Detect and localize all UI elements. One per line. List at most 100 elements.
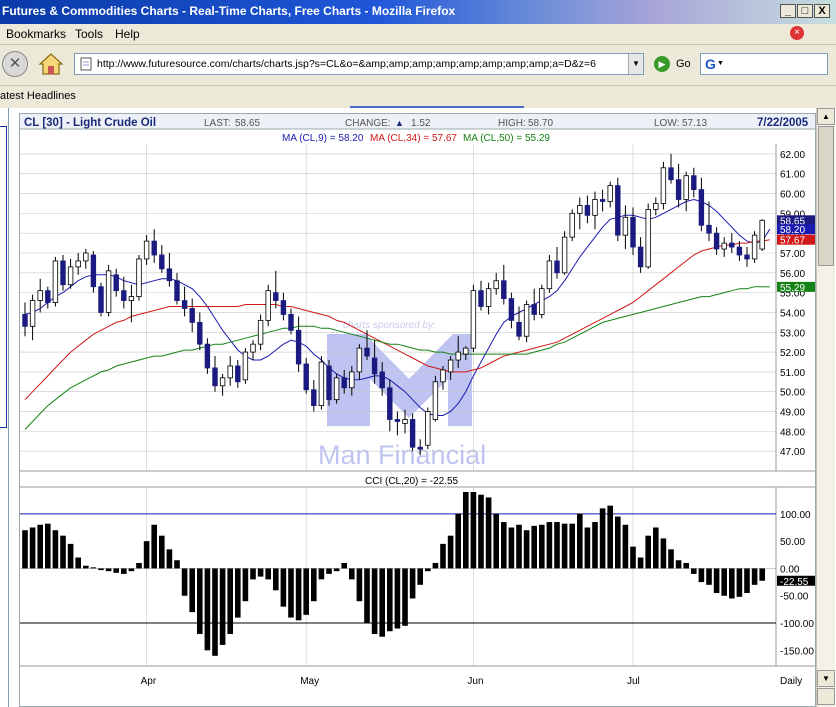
ma50-legend: MA (CL,50) = 55.29 [463, 133, 550, 144]
ma-line [24, 286, 770, 430]
candle-up [569, 212, 575, 238]
candle-up [242, 351, 249, 381]
price-tick-label: 47.00 [780, 447, 805, 458]
candle-down [706, 224, 712, 234]
candle-down [311, 389, 317, 406]
cci-bar [622, 524, 629, 569]
home-button[interactable] [38, 51, 64, 77]
candle-up [37, 290, 43, 301]
cci-bar [333, 568, 340, 572]
cci-bar [501, 522, 507, 569]
price-tick-label: 60.00 [780, 190, 805, 201]
candle-up [463, 347, 469, 355]
maximize-button[interactable]: □ [797, 4, 813, 18]
candle-up [440, 369, 446, 383]
cci-bar [113, 568, 119, 573]
last-label: LAST: [204, 118, 231, 129]
cci-bar [371, 568, 378, 634]
candle-down [181, 300, 188, 309]
cci-bar [394, 568, 401, 629]
minimize-button[interactable]: _ [780, 4, 796, 18]
candle-up [485, 288, 492, 307]
scroll-corner [817, 688, 835, 705]
scroll-thumb[interactable] [818, 126, 834, 266]
change-label: CHANGE: [345, 118, 391, 129]
cci-bar [67, 543, 74, 569]
cci-bar [561, 523, 568, 569]
cci-bar [105, 568, 112, 572]
low-label: LOW: [654, 118, 679, 129]
search-input[interactable]: G ▼ [700, 53, 828, 75]
candle-down [691, 175, 697, 190]
cci-bar [668, 549, 674, 569]
url-bar[interactable]: http://www.futuresource.com/charts/chart… [74, 53, 644, 75]
low-value: 57.13 [682, 118, 707, 129]
candle-up [29, 300, 36, 327]
vertical-scrollbar[interactable]: ▲ ▼ [816, 108, 835, 707]
side-panel-edge [0, 108, 9, 707]
price-tick-label: 50.00 [780, 388, 805, 399]
cci-bar [83, 565, 89, 569]
candle-up [432, 381, 439, 420]
cci-bar [478, 494, 484, 569]
value-tag-label: 55.29 [780, 283, 805, 294]
cci-bar [250, 568, 256, 580]
candle-up [105, 270, 112, 313]
chart-symbol: CL [30] - Light Crude Oil [24, 117, 156, 129]
candle-down [189, 308, 195, 323]
cci-bar [447, 535, 454, 569]
cci-bar [75, 557, 81, 569]
cci-bar [121, 568, 127, 574]
menu-help[interactable]: Help [115, 27, 140, 41]
search-engine-dropdown-icon[interactable]: ▼ [717, 60, 724, 67]
chart-frame: CL [30] - Light Crude Oil LAST: 58.65 CH… [19, 113, 816, 707]
candle-up [143, 240, 150, 260]
ma9-legend: MA (CL,9) = 58.20 [282, 133, 364, 144]
cci-bar [235, 568, 241, 618]
cci-bar [341, 562, 347, 569]
candle-up [67, 266, 74, 286]
cci-bar [584, 527, 591, 569]
cci-bar [242, 568, 249, 602]
scroll-up-button[interactable]: ▲ [817, 108, 835, 125]
go-button[interactable]: Go [676, 58, 691, 70]
candle-down [364, 347, 370, 357]
candle-down [531, 304, 537, 315]
cci-bar [508, 527, 515, 569]
scroll-down-button[interactable]: ▼ [817, 670, 835, 687]
close-window-button[interactable]: X [814, 4, 830, 18]
candle-down [698, 189, 705, 226]
window-title-bar: Futures & Commodities Charts - Real-Time… [0, 0, 836, 24]
price-tick-label: 56.00 [780, 269, 805, 280]
cci-bar [432, 562, 439, 569]
menu-tools[interactable]: Tools [75, 27, 103, 41]
candle-down [235, 365, 241, 383]
cci-bar [318, 568, 325, 580]
cci-bar [470, 492, 477, 569]
go-arrow-icon[interactable]: ▶ [654, 56, 670, 72]
stop-button[interactable]: ✕ [2, 51, 28, 77]
cci-bar [729, 568, 735, 599]
chart-svg: CL [30] - Light Crude Oil LAST: 58.65 CH… [20, 114, 815, 687]
candle-down [637, 246, 644, 268]
x-tick-label: May [300, 676, 319, 687]
cci-bar [90, 567, 97, 569]
cci-bar [713, 568, 720, 594]
cci-bar [52, 530, 59, 569]
candle-up [52, 260, 59, 303]
candle-up [356, 347, 363, 373]
google-icon: G [705, 56, 716, 72]
candle-down [478, 290, 484, 307]
url-dropdown-button[interactable]: ▼ [628, 54, 643, 74]
candle-down [508, 298, 515, 321]
candle-down [45, 290, 51, 303]
menu-bookmarks[interactable]: Bookmarks [6, 27, 66, 41]
bookmark-latest-headlines[interactable]: atest Headlines [0, 90, 76, 102]
price-panel [20, 144, 815, 471]
candle-up [493, 280, 499, 290]
candle-down [341, 377, 347, 389]
cci-bar [721, 568, 727, 596]
candle-down [166, 268, 173, 282]
home-icon [38, 53, 64, 75]
navigation-toolbar: ✕ http://www.futuresource.com/charts/cha… [0, 45, 836, 86]
